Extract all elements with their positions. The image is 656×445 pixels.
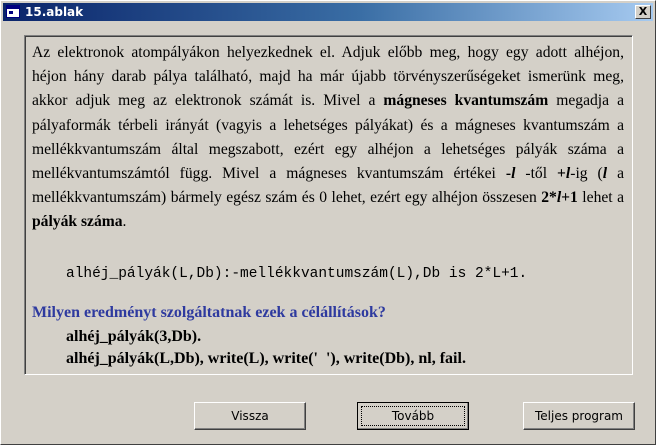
paragraph-run-bold: pályák száma: [32, 213, 123, 231]
code-example: alhéj_pályák(L,Db):-mellékkvantumszám(L)…: [66, 266, 528, 282]
paragraph-run: .: [122, 213, 127, 231]
next-button[interactable]: Tovább: [357, 402, 469, 430]
paragraph-run: -ig (: [570, 165, 603, 183]
back-button[interactable]: Vissza: [194, 402, 306, 430]
title-bar[interactable]: 15.ablak X: [3, 3, 653, 21]
app-window: 15.ablak X Az elektronok atompályákon he…: [0, 0, 656, 445]
paragraph-run: lehet a: [577, 189, 624, 207]
paragraph-run-bold: mágneses kvantumszám: [383, 92, 549, 110]
paragraph-run-bold: +1: [561, 189, 578, 207]
query-line: alhéj_pályák(3,Db).: [66, 328, 202, 345]
full-program-button[interactable]: Teljes program: [523, 402, 635, 430]
close-button[interactable]: X: [635, 5, 651, 19]
question-heading: Milyen eredményt szolgáltatnak ezek a cé…: [32, 304, 386, 321]
paragraph-run: -től: [515, 165, 558, 183]
content-panel: Az elektronok atompályákon helyezkednek …: [24, 35, 633, 375]
explanation-paragraph: Az elektronok atompályákon helyezkednek …: [32, 41, 624, 235]
paragraph-run-bold: 2*: [541, 189, 557, 207]
window-icon: [6, 5, 20, 18]
window-title: 15.ablak: [25, 5, 84, 19]
paragraph-run-bold: +: [557, 165, 566, 183]
query-line: alhéj_pályák(L,Db), write(L), write(' ')…: [66, 350, 466, 367]
